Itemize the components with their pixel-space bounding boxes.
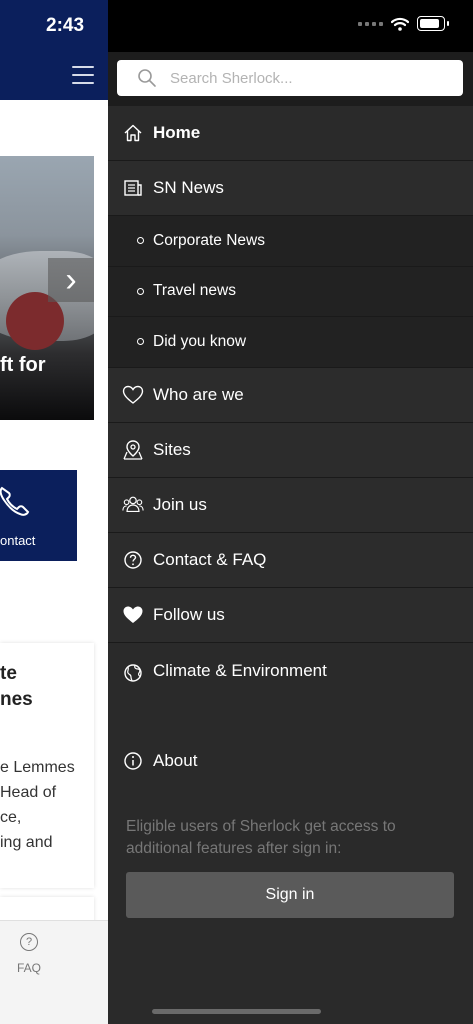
status-time: 2:43 (46, 15, 85, 36)
drawer-menu: Home SN News Corporate News Travel news … (108, 106, 473, 791)
wifi-icon (391, 17, 409, 31)
tab-faq-label[interactable]: FAQ (17, 961, 41, 975)
menu-item-who-are-we[interactable]: Who are we (108, 367, 473, 423)
hero-title: ft for (0, 354, 46, 376)
status-bar (108, 0, 473, 52)
menu-item-label: Travel news (153, 282, 236, 300)
question-circle-icon (122, 549, 144, 571)
menu-item-label: Climate & Environment (153, 660, 327, 680)
heart-filled-icon (122, 604, 144, 626)
map-pin-icon (122, 439, 144, 461)
menu-item-sites[interactable]: Sites (108, 422, 473, 478)
navigation-drawer: Home SN News Corporate News Travel news … (108, 0, 473, 1024)
menu-item-sn-news[interactable]: SN News (108, 161, 473, 216)
bullet-icon (137, 287, 144, 295)
search-icon (138, 69, 156, 87)
menu-item-label: Sites (153, 439, 191, 459)
card-title: te nes (0, 663, 33, 710)
tab-bar: ? FAQ (0, 920, 108, 1024)
sign-in-button[interactable]: Sign in (126, 872, 454, 918)
home-indicator[interactable] (152, 1009, 321, 1014)
people-icon (122, 494, 144, 516)
search-input[interactable] (168, 68, 452, 88)
hamburger-menu-icon[interactable] (72, 66, 94, 84)
status-icons (358, 16, 449, 31)
question-circle-icon[interactable]: ? (20, 933, 38, 951)
menu-item-climate-environment[interactable]: Climate & Environment (108, 642, 473, 731)
signin-description: Eligible users of Sherlock get access to… (126, 818, 396, 857)
search-box[interactable] (117, 60, 463, 96)
newspaper-icon (122, 177, 144, 199)
contact-tile[interactable]: ontact (0, 470, 77, 561)
menu-subitem-travel-news[interactable]: Travel news (108, 266, 473, 317)
carousel-next-button[interactable]: › (48, 258, 94, 302)
info-icon (122, 750, 144, 772)
menu-item-follow-us[interactable]: Follow us (108, 587, 473, 643)
menu-item-label: Join us (153, 494, 207, 514)
menu-item-join-us[interactable]: Join us (108, 477, 473, 533)
globe-icon (122, 662, 144, 684)
card-body: e Lemmes Head of ce, ing and (0, 759, 75, 851)
menu-item-label: Corporate News (153, 231, 265, 249)
background-page: 2:43 › ft for ontact te nes e Lemmes Hea… (0, 0, 108, 1024)
cellular-signal-icon (358, 21, 383, 26)
menu-item-label: SN News (153, 178, 224, 197)
bullet-icon (137, 237, 144, 245)
menu-subitem-did-you-know[interactable]: Did you know (108, 317, 473, 368)
menu-item-home[interactable]: Home (108, 106, 473, 161)
app-header: 2:43 (0, 0, 108, 100)
bullet-icon (137, 338, 144, 346)
phone-icon (0, 486, 30, 516)
home-icon (122, 122, 144, 144)
news-card[interactable]: te nes e Lemmes Head of ce, ing and (0, 643, 94, 888)
battery-icon (417, 16, 445, 31)
menu-item-label: Did you know (153, 332, 247, 350)
menu-item-about[interactable]: About (108, 730, 473, 791)
search-bar (108, 52, 473, 107)
menu-item-label: Follow us (153, 604, 225, 624)
menu-item-label: Contact & FAQ (153, 549, 267, 569)
contact-label: ontact (0, 533, 36, 548)
menu-item-label: Who are we (153, 384, 244, 404)
heart-outline-icon (122, 384, 144, 406)
menu-item-contact-faq[interactable]: Contact & FAQ (108, 532, 473, 588)
hero-carousel[interactable]: › ft for (0, 156, 94, 420)
menu-item-label: Home (153, 123, 201, 142)
menu-item-label: About (153, 750, 198, 770)
menu-subitem-corporate-news[interactable]: Corporate News (108, 216, 473, 267)
